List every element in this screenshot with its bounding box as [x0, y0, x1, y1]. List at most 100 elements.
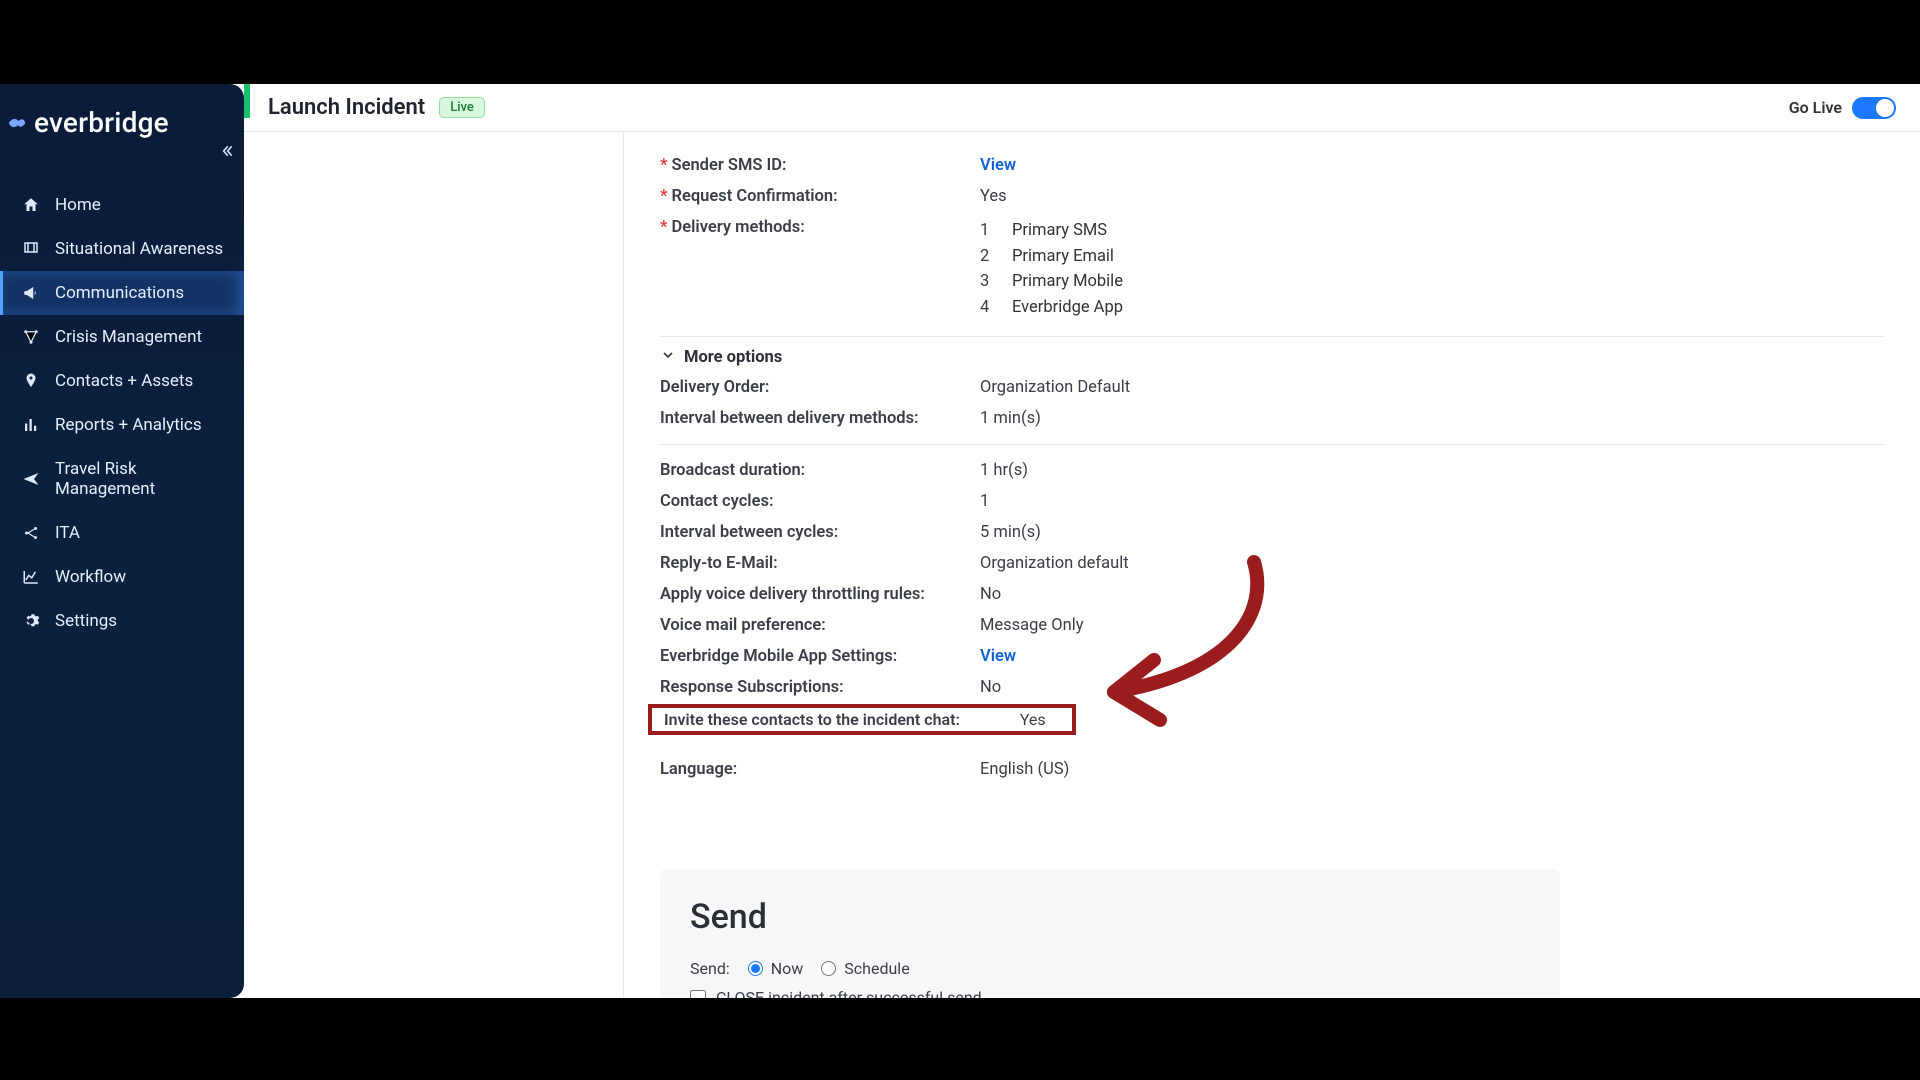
gear-icon — [21, 611, 41, 631]
field-label: Voice mail preference: — [660, 616, 980, 635]
brand-name: everbridge — [34, 106, 169, 139]
radio-label: Now — [771, 959, 804, 978]
sidebar-item-situational-awareness[interactable]: Situational Awareness — [0, 227, 244, 271]
network-icon — [21, 327, 41, 347]
send-timing-row: Send: Now Schedule — [690, 959, 1530, 978]
sidebar-item-contacts-assets[interactable]: Contacts + Assets — [0, 359, 244, 403]
field-value: 1 min(s) — [980, 409, 1041, 428]
sidebar-item-label: Crisis Management — [55, 327, 202, 347]
row-delivery-order: Delivery Order: Organization Default — [660, 372, 1884, 403]
topbar: Launch Incident Live Go Live — [244, 84, 1920, 132]
method-index: 4 — [980, 295, 994, 321]
delivery-method-item: 4 Everbridge App — [980, 295, 1123, 321]
live-badge: Live — [439, 97, 485, 118]
sidebar-collapse-button[interactable] — [216, 140, 238, 162]
line-chart-icon — [21, 567, 41, 587]
sidebar-item-label: Situational Awareness — [55, 239, 223, 259]
field-value: 1 hr(s) — [980, 461, 1028, 480]
field-value: Yes — [980, 187, 1007, 206]
logo-icon — [6, 112, 28, 134]
send-schedule-radio[interactable]: Schedule — [821, 959, 909, 978]
sidebar-item-ita[interactable]: ITA — [0, 511, 244, 555]
method-index: 2 — [980, 244, 994, 270]
field-value: No — [980, 678, 1001, 697]
method-index: 3 — [980, 269, 994, 295]
nodes-icon — [21, 523, 41, 543]
field-label: Contact cycles: — [660, 492, 980, 511]
sidebar-item-travel-risk[interactable]: Travel Risk Management — [0, 447, 244, 511]
main-pane: Launch Incident Live Go Live *Sender SMS… — [244, 84, 1920, 998]
brand-logo[interactable]: everbridge — [0, 84, 244, 139]
sidebar-item-label: ITA — [55, 523, 80, 543]
pin-icon — [21, 371, 41, 391]
field-label: Request Confirmation: — [672, 187, 838, 206]
sidebar-item-label: Workflow — [55, 567, 126, 587]
go-live-label: Go Live — [1789, 98, 1842, 117]
send-title: Send — [690, 897, 1530, 937]
row-sender-sms-id: *Sender SMS ID: View — [660, 150, 1884, 181]
row-language: Language: English (US) — [660, 754, 1884, 785]
send-now-radio[interactable]: Now — [748, 959, 804, 978]
delivery-methods-list: 1Primary SMS 2Primary Email 3Primary Mob… — [980, 218, 1123, 320]
field-label: Everbridge Mobile App Settings: — [660, 647, 980, 666]
more-options-label: More options — [684, 348, 782, 367]
row-request-confirmation: *Request Confirmation: Yes — [660, 181, 1884, 212]
radio-label: Schedule — [844, 959, 909, 978]
checkbox-input[interactable] — [690, 990, 706, 998]
field-label: Reply-to E-Mail: — [660, 554, 980, 573]
sidebar-item-communications[interactable]: Communications — [0, 271, 244, 315]
delivery-method-item: 2 Primary Email — [980, 244, 1123, 270]
method-name: Everbridge App — [1012, 295, 1123, 321]
radio-input-schedule[interactable] — [821, 961, 836, 976]
field-label: Interval between cycles: — [660, 523, 980, 542]
sidebar-item-home[interactable]: Home — [0, 183, 244, 227]
field-label: Apply voice delivery throttling rules: — [660, 585, 980, 604]
close-incident-checkbox[interactable]: CLOSE incident after successful send — [690, 988, 1530, 998]
send-section: Send Send: Now Schedule — [660, 869, 1560, 998]
field-value: 5 min(s) — [980, 523, 1041, 542]
page-title: Launch Incident — [268, 95, 425, 120]
field-value: No — [980, 585, 1001, 604]
field-label: Broadcast duration: — [660, 461, 980, 480]
row-response-subscriptions: Response Subscriptions: No — [660, 672, 1884, 703]
sidebar: everbridge Home Situational Awareness Co… — [0, 84, 244, 998]
sidebar-item-workflow[interactable]: Workflow — [0, 555, 244, 599]
go-live-toggle[interactable] — [1852, 97, 1896, 119]
view-sender-sms-id-link[interactable]: View — [980, 156, 1016, 175]
letterbox-bottom — [0, 998, 1920, 1080]
row-throttling: Apply voice delivery throttling rules: N… — [660, 579, 1884, 610]
row-voicemail-preference: Voice mail preference: Message Only — [660, 610, 1884, 641]
more-options-toggle[interactable]: More options — [660, 347, 1884, 368]
sidebar-item-label: Reports + Analytics — [55, 415, 202, 435]
sidebar-item-label: Contacts + Assets — [55, 371, 193, 391]
plane-icon — [21, 469, 41, 489]
sidebar-nav: Home Situational Awareness Communication… — [0, 183, 244, 643]
app-window: everbridge Home Situational Awareness Co… — [0, 84, 1920, 998]
row-interval-between-cycles: Interval between cycles: 5 min(s) — [660, 517, 1884, 548]
field-label: Interval between delivery methods: — [660, 409, 980, 428]
field-label: Language: — [660, 760, 980, 779]
content-area: *Sender SMS ID: View *Request Confirmati… — [244, 132, 1920, 998]
view-mobile-app-settings-link[interactable]: View — [980, 647, 1016, 666]
radio-input-now[interactable] — [748, 961, 763, 976]
divider — [660, 336, 1884, 337]
field-label: Delivery Order: — [660, 378, 980, 397]
row-reply-to-email: Reply-to E-Mail: Organization default — [660, 548, 1884, 579]
required-asterisk: * — [660, 218, 668, 237]
checkbox-label: CLOSE incident after successful send — [716, 988, 982, 998]
map-pin-icon — [21, 239, 41, 259]
toggle-knob — [1876, 99, 1894, 117]
method-name: Primary SMS — [1012, 218, 1107, 244]
row-invite-chat: Invite these contacts to the incident ch… — [648, 703, 1884, 736]
sidebar-item-reports-analytics[interactable]: Reports + Analytics — [0, 403, 244, 447]
sidebar-item-label: Travel Risk Management — [55, 459, 226, 499]
row-contact-cycles: Contact cycles: 1 — [660, 486, 1884, 517]
required-asterisk: * — [660, 156, 668, 175]
delivery-method-item: 3Primary Mobile — [980, 269, 1123, 295]
divider — [660, 444, 1884, 445]
field-value: Organization default — [980, 554, 1129, 573]
field-value: Organization Default — [980, 378, 1130, 397]
sidebar-item-settings[interactable]: Settings — [0, 599, 244, 643]
sidebar-item-crisis-management[interactable]: Crisis Management — [0, 315, 244, 359]
method-name: Primary Email — [1012, 244, 1114, 270]
